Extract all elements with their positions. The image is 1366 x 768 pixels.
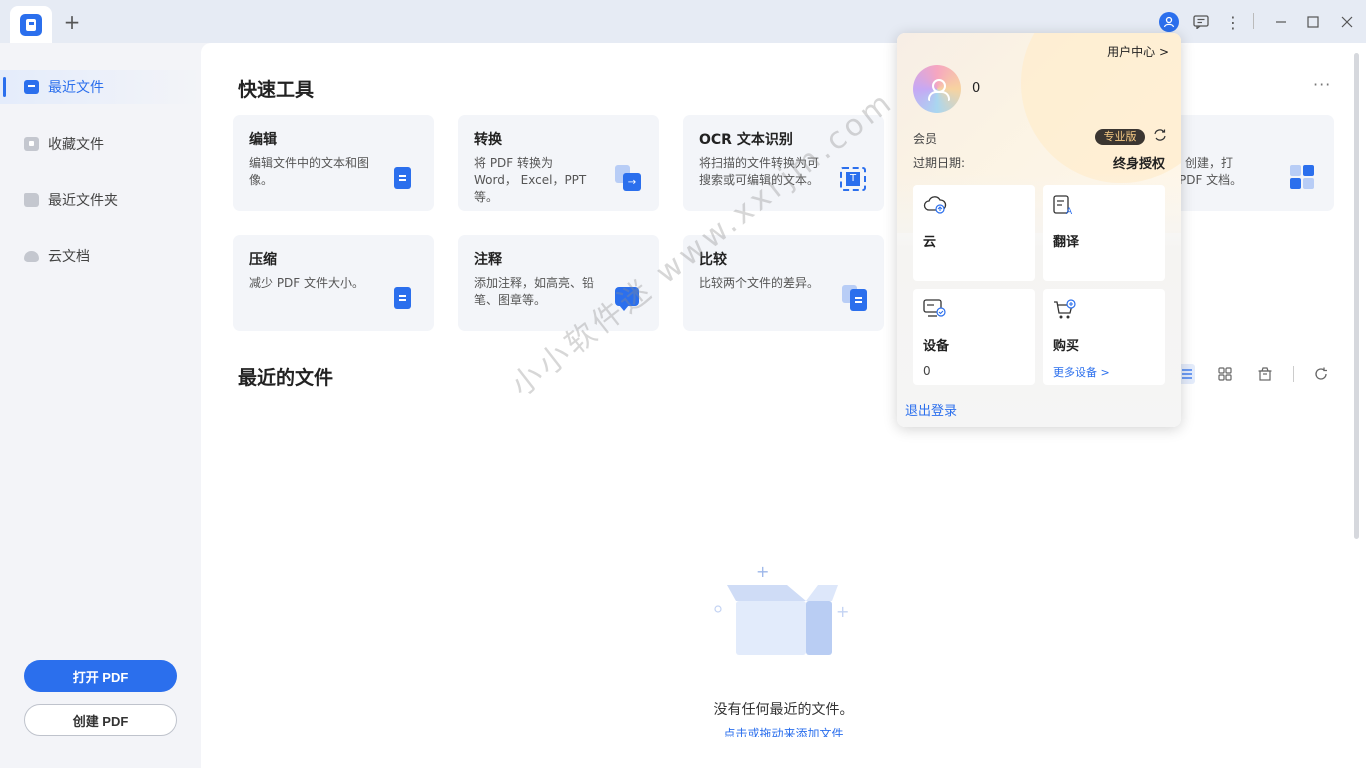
user-account-button[interactable] (1158, 11, 1180, 33)
tool-card-desc: 添加注释，如高亮、铅笔、图章等。 (474, 276, 595, 307)
tool-card-title: 压缩 (249, 252, 277, 268)
tool-card-edit[interactable]: 编辑 编辑文件中的文本和图像。 (233, 115, 434, 211)
view-divider (1293, 366, 1294, 382)
empty-state-hint[interactable]: 点击或拖动来添加文件 (201, 725, 1366, 737)
app-logo-icon (20, 13, 42, 36)
avatar (913, 65, 961, 113)
tool-card-title: 编辑 (249, 132, 277, 148)
translate-card[interactable]: A 翻译 (1043, 185, 1165, 281)
compress-icon (390, 285, 416, 313)
sidebar-item-label: 云文档 (48, 249, 90, 265)
minimize-button[interactable] (1270, 11, 1292, 33)
empty-state-text: 没有任何最近的文件。 (713, 702, 854, 718)
cart-icon (1053, 299, 1079, 323)
svg-text:+: + (756, 563, 769, 581)
create-pdf-button[interactable]: 创建 PDF (24, 704, 177, 736)
purchase-card[interactable]: 购买 更多设备 > (1043, 289, 1165, 385)
tool-card-compress[interactable]: 压缩 减少 PDF 文件大小。 (233, 235, 434, 331)
svg-text:+: + (836, 602, 849, 621)
more-devices-link[interactable]: 更多设备 > (1053, 364, 1155, 380)
sidebar-item-label: 最近文件夹 (48, 193, 118, 209)
empty-box-illustration: + + (713, 562, 853, 663)
device-card-title: 设备 (923, 339, 950, 354)
sidebar-item-starred-files[interactable]: 收藏文件 (0, 127, 201, 161)
tool-card-title: 比较 (699, 252, 727, 268)
logout-link[interactable]: 退出登录 (905, 400, 957, 419)
translate-card-title: 翻译 (1053, 235, 1080, 250)
cloud-icon (24, 250, 39, 262)
device-count: 0 (923, 364, 931, 378)
user-center-link[interactable]: 用户中心 > (1107, 43, 1169, 60)
user-account-popup: 用户中心 > 0 会员 专业版 过期日期: 终身授权 云 A 翻译 设备 0 购… (897, 33, 1181, 427)
trash-icon[interactable] (1255, 364, 1275, 384)
tool-card-title: 转换 (474, 132, 502, 148)
convert-icon: → (615, 165, 641, 193)
tool-card-desc: 将 PDF 转换为 Word， Excel，PPT等。 (474, 156, 587, 204)
device-icon (923, 299, 949, 323)
more-options-icon[interactable]: ··· (1313, 75, 1331, 94)
device-card[interactable]: 设备 0 (913, 289, 1035, 385)
user-icon (1159, 12, 1179, 32)
vertical-scrollbar[interactable] (1354, 53, 1359, 539)
tool-card-desc: 比较两个文件的差异。 (699, 276, 820, 290)
tool-card-convert[interactable]: 转换 将 PDF 转换为 Word， Excel，PPT等。 → (458, 115, 659, 211)
grid-view-icon[interactable] (1215, 364, 1235, 384)
expire-date-label: 过期日期: (913, 156, 966, 170)
quick-tools-title: 快速工具 (238, 79, 315, 101)
open-pdf-button[interactable]: 打开 PDF (24, 660, 177, 692)
star-file-icon (24, 137, 39, 151)
cloud-card-title: 云 (923, 235, 937, 250)
username: 0 (972, 81, 981, 96)
new-tab-button[interactable]: + (62, 12, 82, 32)
sidebar-item-cloud-docs[interactable]: 云文档 (0, 239, 201, 273)
home-tab[interactable] (10, 6, 52, 43)
svg-text:A: A (1066, 207, 1073, 215)
folder-icon (24, 193, 39, 207)
sidebar-item-label: 收藏文件 (48, 137, 104, 153)
member-label: 会员 (913, 132, 938, 146)
translate-icon: A (1053, 195, 1079, 219)
tool-card-desc: 减少 PDF 文件大小。 (249, 276, 365, 290)
sidebar-item-label: 最近文件 (48, 80, 104, 96)
purchase-card-title: 购买 (1053, 339, 1080, 354)
pro-edition-badge: 专业版 (1095, 129, 1145, 145)
batch-icon (1290, 165, 1316, 193)
titlebar-divider (1253, 13, 1254, 29)
maximize-button[interactable] (1302, 11, 1324, 33)
avatar-person-icon (928, 79, 950, 101)
compare-icon (840, 285, 867, 313)
tool-card-desc: 编辑文件中的文本和图像。 (249, 156, 370, 187)
cloud-card[interactable]: 云 (913, 185, 1035, 281)
refresh-icon[interactable] (1311, 364, 1331, 384)
sidebar-item-recent-folders[interactable]: 最近文件夹 (0, 183, 201, 217)
view-options (201, 364, 1366, 386)
close-button[interactable] (1336, 11, 1358, 33)
tool-card-title: 注释 (474, 252, 502, 268)
feedback-icon[interactable] (1190, 11, 1212, 33)
sidebar-item-recent-files[interactable]: 最近文件 (0, 70, 201, 104)
recent-file-icon (24, 80, 39, 94)
more-menu-icon[interactable]: ⋮ (1222, 11, 1244, 33)
sync-icon[interactable] (1153, 128, 1167, 146)
edit-icon (390, 165, 416, 193)
expire-date-value: 终身授权 (1112, 157, 1165, 172)
sidebar: 最近文件 收藏文件 最近文件夹 云文档 打开 PDF 创建 PDF (0, 43, 201, 768)
cloud-upload-icon (923, 195, 949, 219)
ocr-icon (840, 165, 866, 193)
